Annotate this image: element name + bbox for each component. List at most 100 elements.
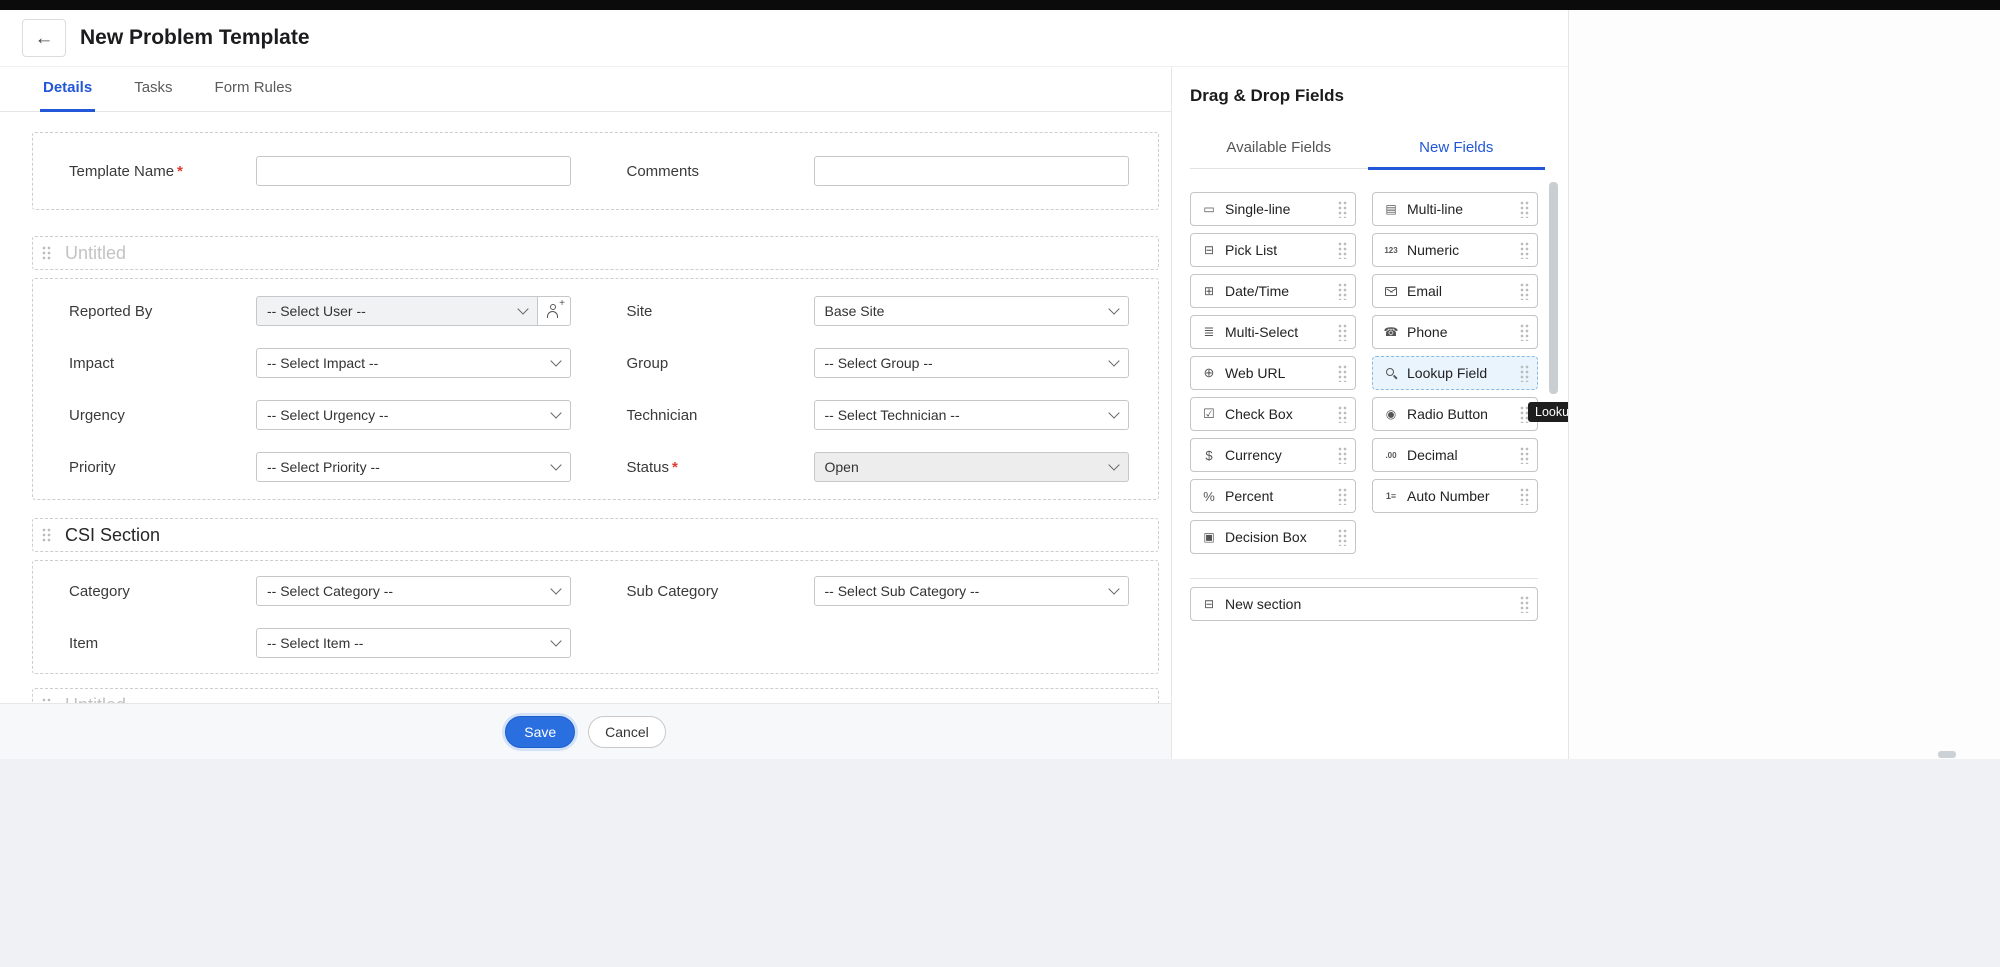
site-select[interactable]: Base Site [814, 296, 1129, 326]
field-type-phone[interactable]: Phone [1372, 315, 1538, 349]
new-fields-grid: Single-line Multi-line Pick List [1190, 192, 1568, 554]
group-select[interactable]: -- Select Group -- [814, 348, 1129, 378]
section-header-untitled-2[interactable]: Untitled [32, 688, 1159, 704]
field-type-percent[interactable]: Percent [1190, 479, 1356, 513]
field-type-auto-number[interactable]: Auto Number [1372, 479, 1538, 513]
drag-handle-icon[interactable] [1520, 283, 1530, 300]
add-user-button[interactable] [538, 296, 571, 326]
drag-handle-icon[interactable] [1520, 596, 1530, 613]
urgency-select[interactable]: -- Select Urgency -- [256, 400, 571, 430]
chevron-down-icon [517, 303, 528, 314]
drag-handle-icon[interactable] [1338, 447, 1348, 464]
drag-handle-icon[interactable] [1338, 365, 1348, 382]
drag-handle-icon[interactable] [1520, 324, 1530, 341]
drag-handle-icon[interactable] [1338, 529, 1348, 546]
cancel-button[interactable]: Cancel [588, 716, 666, 748]
drag-handle-icon[interactable] [1338, 324, 1348, 341]
page-title: New Problem Template [80, 10, 310, 66]
sidebar-title: Drag & Drop Fields [1190, 86, 1568, 106]
back-button[interactable] [22, 19, 66, 57]
new-section-button[interactable]: New section [1190, 587, 1538, 621]
header-fields-section: Template Name* Comments [32, 132, 1159, 210]
field-type-email[interactable]: Email [1372, 274, 1538, 308]
urgency-field: Urgency -- Select Urgency -- [69, 400, 577, 430]
sidebar-scrollbar[interactable] [1549, 182, 1558, 394]
category-select[interactable]: -- Select Category -- [256, 576, 571, 606]
section-header-csi[interactable]: CSI Section [32, 518, 1159, 552]
checkbox-icon [1200, 406, 1218, 422]
screen: New Problem Template Details Tasks Form … [0, 0, 2000, 967]
drag-ghost-tooltip: Lookup [1528, 402, 1569, 422]
tab-tasks[interactable]: Tasks [131, 66, 175, 112]
date-time-icon [1200, 284, 1218, 298]
field-type-numeric[interactable]: Numeric [1372, 233, 1538, 267]
save-button[interactable]: Save [505, 716, 575, 748]
reported-by-field: Reported By -- Select User -- [69, 296, 577, 326]
drag-handle-icon[interactable] [1520, 488, 1530, 505]
drag-handle-icon[interactable] [1338, 283, 1348, 300]
priority-select[interactable]: -- Select Priority -- [256, 452, 571, 482]
reported-by-select[interactable]: -- Select User -- [256, 296, 538, 326]
required-marker: * [177, 163, 183, 180]
drag-handle-icon[interactable] [1520, 242, 1530, 259]
field-type-date-time[interactable]: Date/Time [1190, 274, 1356, 308]
section-title: Untitled [65, 243, 126, 264]
horizontal-scrollbar[interactable] [1938, 751, 1956, 758]
status-select[interactable]: Open [814, 452, 1129, 482]
new-section-icon [1200, 597, 1218, 611]
template-name-field: Template Name* [69, 156, 577, 186]
drag-handle-icon[interactable] [1338, 406, 1348, 423]
email-icon [1382, 287, 1400, 296]
comments-field: Comments [627, 156, 1135, 186]
field-label: Category [69, 583, 256, 600]
drag-handle-icon[interactable] [42, 246, 52, 260]
numeric-icon [1382, 246, 1400, 255]
comments-input[interactable] [814, 156, 1129, 186]
sub-category-select[interactable]: -- Select Sub Category -- [814, 576, 1129, 606]
decision-box-icon [1200, 530, 1218, 544]
field-label: Template Name* [69, 163, 256, 180]
technician-field: Technician -- Select Technician -- [627, 400, 1135, 430]
lookup-icon [1382, 366, 1400, 380]
drag-handle-icon[interactable] [1520, 365, 1530, 382]
add-user-icon [546, 304, 562, 319]
section-body-untitled-1: Reported By -- Select User -- [32, 278, 1159, 500]
drag-handle-icon[interactable] [1520, 447, 1530, 464]
field-type-single-line[interactable]: Single-line [1190, 192, 1356, 226]
section-header-untitled-1[interactable]: Untitled [32, 236, 1159, 270]
field-type-currency[interactable]: Currency [1190, 438, 1356, 472]
field-type-radio-button[interactable]: Radio Button [1372, 397, 1538, 431]
tab-details[interactable]: Details [40, 66, 95, 112]
field-type-lookup-field[interactable]: Lookup Field [1372, 356, 1538, 390]
field-label: Item [69, 635, 256, 652]
tab-form-rules[interactable]: Form Rules [212, 66, 296, 112]
chevron-down-icon [550, 635, 561, 646]
impact-select[interactable]: -- Select Impact -- [256, 348, 571, 378]
tab-new-fields[interactable]: New Fields [1368, 127, 1546, 170]
drag-handle-icon[interactable] [1338, 242, 1348, 259]
decimal-icon [1382, 451, 1400, 460]
drag-handle-icon[interactable] [42, 528, 52, 542]
chevron-down-icon [1108, 355, 1119, 366]
template-name-input[interactable] [256, 156, 571, 186]
chevron-down-icon [1108, 583, 1119, 594]
field-type-decision-box[interactable]: Decision Box [1190, 520, 1356, 554]
field-type-multi-select[interactable]: Multi-Select [1190, 315, 1356, 349]
tab-available-fields[interactable]: Available Fields [1190, 127, 1368, 170]
field-type-multi-line[interactable]: Multi-line [1372, 192, 1538, 226]
field-type-pick-list[interactable]: Pick List [1190, 233, 1356, 267]
drag-handle-icon[interactable] [1520, 201, 1530, 218]
field-type-check-box[interactable]: Check Box [1190, 397, 1356, 431]
site-field: Site Base Site [627, 296, 1135, 326]
single-line-icon [1200, 202, 1218, 216]
field-type-web-url[interactable]: Web URL [1190, 356, 1356, 390]
form-canvas: Template Name* Comments [0, 112, 1171, 704]
app-window: New Problem Template Details Tasks Form … [0, 10, 1569, 759]
item-select[interactable]: -- Select Item -- [256, 628, 571, 658]
drag-handle-icon[interactable] [1338, 488, 1348, 505]
field-type-decimal[interactable]: Decimal [1372, 438, 1538, 472]
field-label: Status* [627, 459, 814, 476]
drag-handle-icon[interactable] [1338, 201, 1348, 218]
technician-select[interactable]: -- Select Technician -- [814, 400, 1129, 430]
page-header: New Problem Template [0, 10, 1568, 67]
